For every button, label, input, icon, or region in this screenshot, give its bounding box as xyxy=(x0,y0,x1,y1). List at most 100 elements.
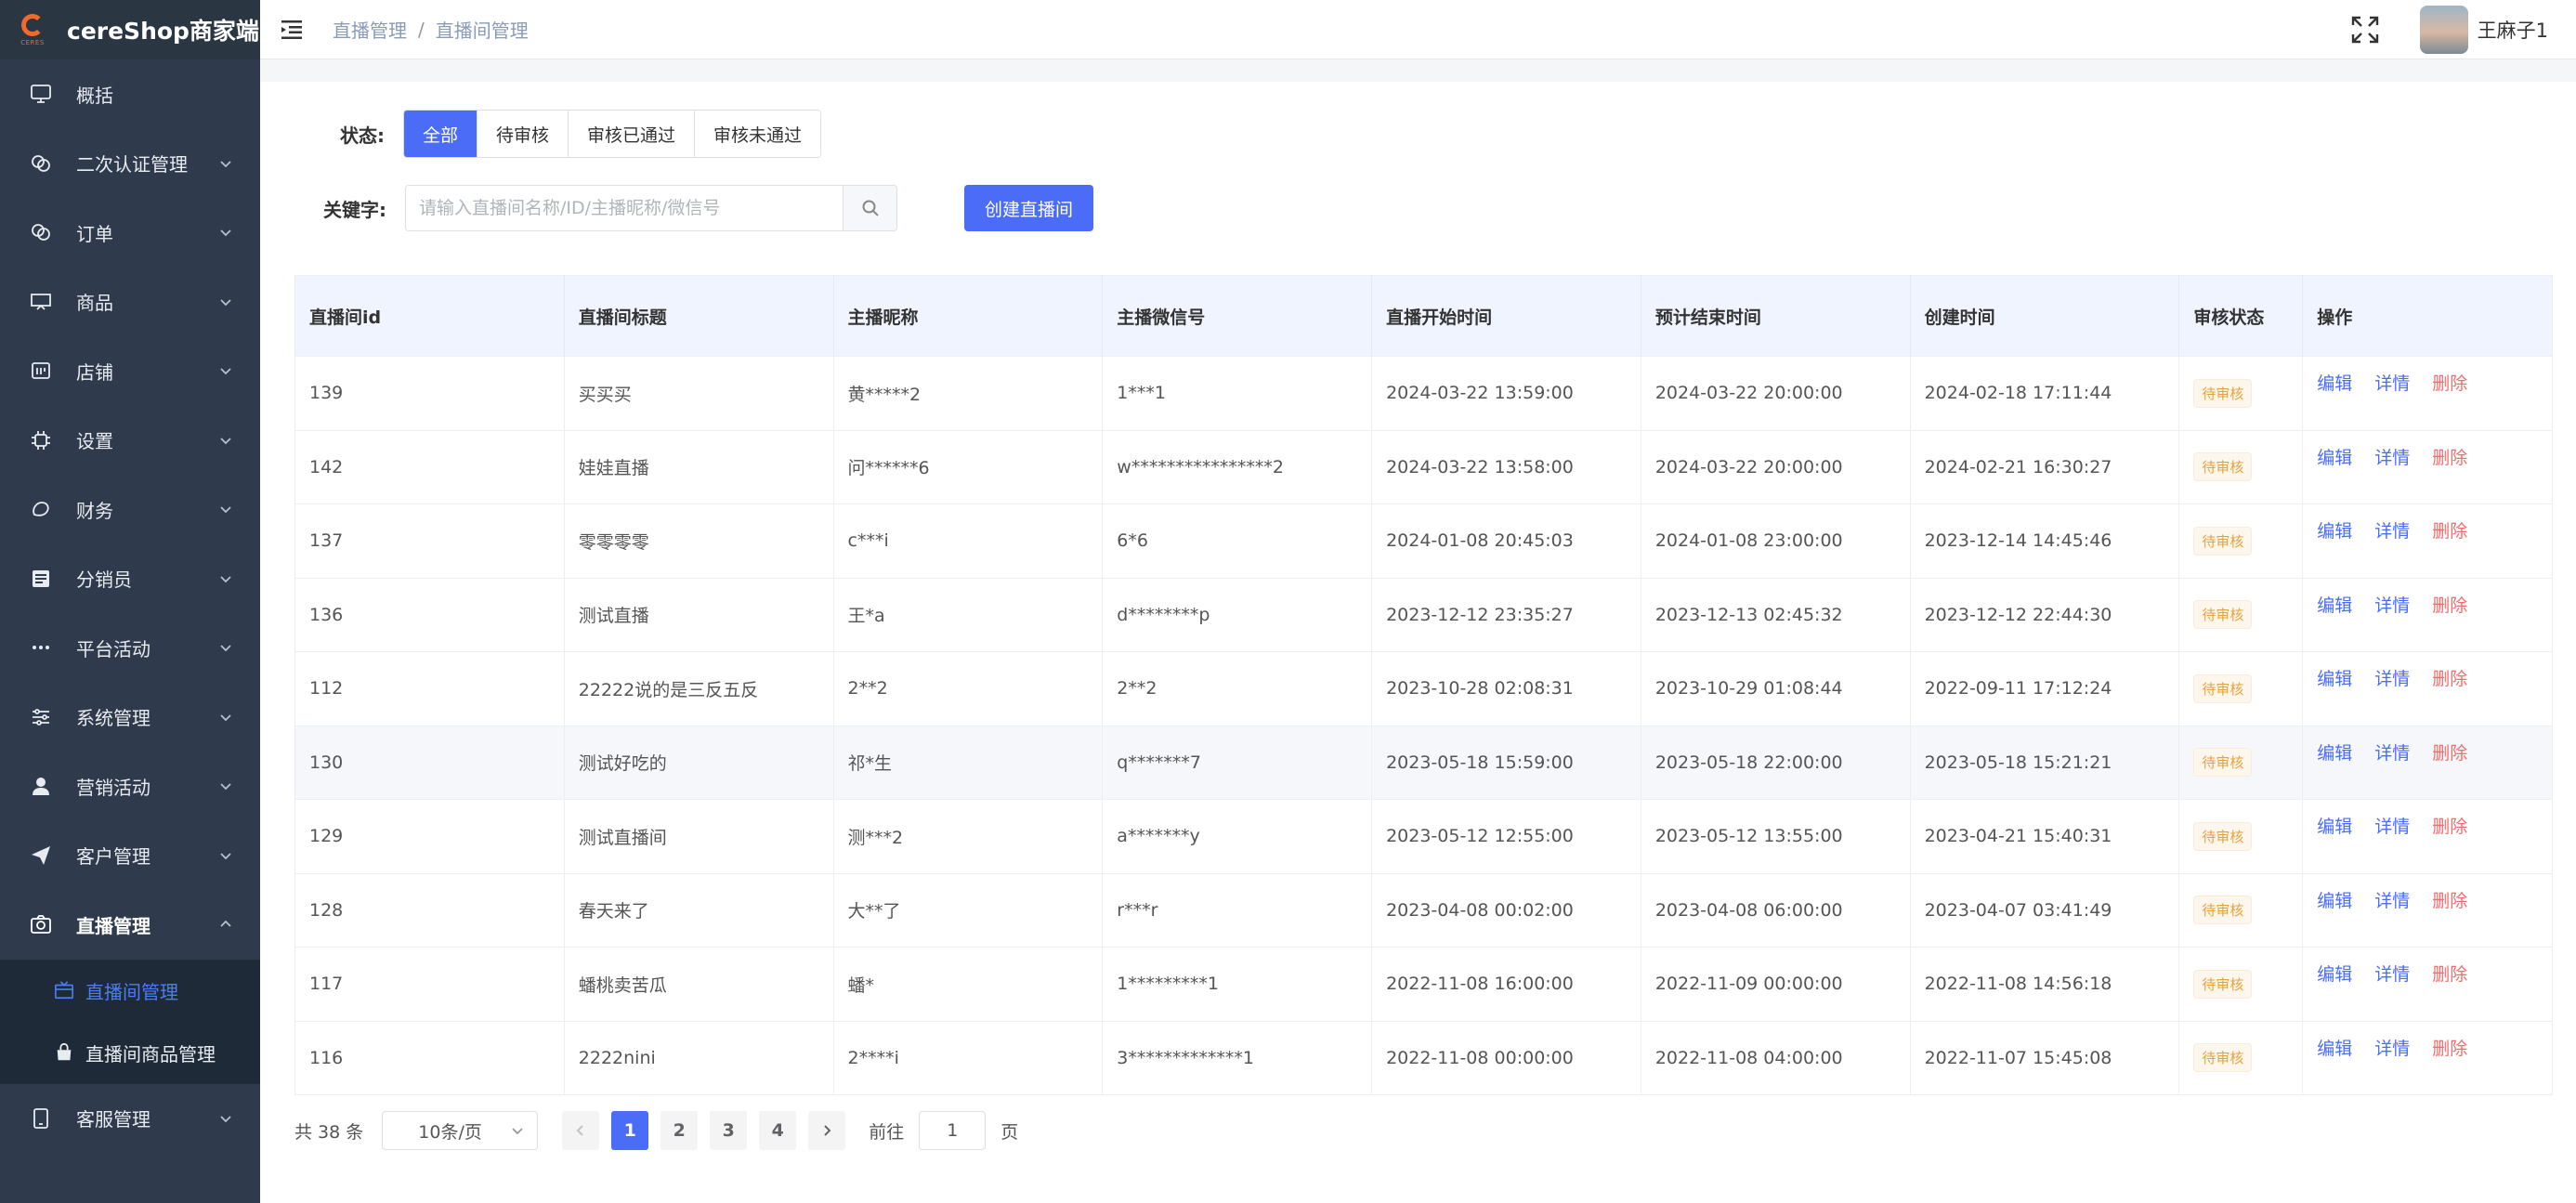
table-row: 128 春天来了 大**了 r***r 2023-04-08 00:02:00 2023-… xyxy=(295,872,2552,947)
create-live-room-button[interactable]: 创建直播间 xyxy=(964,185,1094,231)
chevron-down-icon xyxy=(219,711,232,724)
chevron-down-icon xyxy=(219,364,232,377)
column-header: 预计结束时间 xyxy=(1641,276,1911,356)
menu-fold-icon[interactable] xyxy=(281,18,305,42)
sidebar-item-7[interactable]: 分销员 xyxy=(0,544,260,614)
delete-link[interactable]: 删除 xyxy=(2432,961,2467,986)
page-size-select[interactable]: 10条/页 xyxy=(382,1111,539,1150)
table-cell: 2023-05-18 22:00:00 xyxy=(1641,726,1911,799)
delete-link[interactable]: 删除 xyxy=(2432,739,2467,765)
detail-link[interactable]: 详情 xyxy=(2374,1035,2410,1060)
status-badge: 待审核 xyxy=(2193,1043,2253,1073)
detail-link[interactable]: 详情 xyxy=(2374,961,2410,986)
sidebar-item-6[interactable]: 财务 xyxy=(0,475,260,544)
goto-page: 前往 1 页 xyxy=(869,1111,1018,1150)
submenu-item-label: 直播间管理 xyxy=(85,980,178,1003)
table-cell: 春天来了 xyxy=(565,873,834,947)
next-page-button[interactable] xyxy=(808,1111,846,1150)
table-cell: 测试直播 xyxy=(565,578,834,651)
submenu-item-live-goods[interactable]: 直播间商品管理 xyxy=(0,1022,260,1084)
table-cell: 蟠桃卖苦瓜 xyxy=(565,948,834,1021)
keyword-filter-row: 关键字: 创建直播间 xyxy=(323,185,1094,231)
sidebar-item-2[interactable]: 订单 xyxy=(0,198,260,268)
table-cell: 王*a xyxy=(834,578,1104,651)
sidebar-item-11[interactable]: 客户管理 xyxy=(0,821,260,891)
logo-small-text: CERES xyxy=(20,38,45,46)
edit-link[interactable]: 编辑 xyxy=(2317,665,2352,690)
sidebar-item-8[interactable]: 平台活动 xyxy=(0,613,260,683)
edit-link[interactable]: 编辑 xyxy=(2317,1035,2352,1060)
page-number-button[interactable]: 2 xyxy=(660,1111,699,1150)
sidebar-item-0[interactable]: 概括 xyxy=(0,59,260,129)
avatar[interactable] xyxy=(2419,6,2468,54)
sidebar-item-customer-service[interactable]: 客服管理 xyxy=(0,1084,260,1154)
delete-link[interactable]: 删除 xyxy=(2432,1035,2467,1060)
detail-link[interactable]: 详情 xyxy=(2374,665,2410,690)
username[interactable]: 王麻子1 xyxy=(2478,16,2548,44)
chevron-down-icon xyxy=(219,295,232,308)
page-number-button[interactable]: 3 xyxy=(710,1111,748,1150)
table-cell: 2022-11-08 14:56:18 xyxy=(1911,948,2180,1021)
edit-link[interactable]: 编辑 xyxy=(2317,370,2352,395)
table-row: 117 蟠桃卖苦瓜 蟠* 1*********1 2022-11-08 16:00:00… xyxy=(295,947,2552,1021)
actions-cell: 编辑 详情 删除 xyxy=(2303,948,2552,1021)
prev-page-button[interactable] xyxy=(562,1111,600,1150)
breadcrumb-separator: / xyxy=(418,18,425,41)
sidebar-item-4[interactable]: 店铺 xyxy=(0,336,260,406)
edit-link[interactable]: 编辑 xyxy=(2317,813,2352,838)
fullscreen-icon[interactable] xyxy=(2349,14,2381,46)
edit-link[interactable]: 编辑 xyxy=(2317,592,2352,617)
table-cell: 2**2 xyxy=(834,652,1104,726)
table-cell: 2022-11-08 16:00:00 xyxy=(1372,948,1641,1021)
delete-link[interactable]: 删除 xyxy=(2432,813,2467,838)
chevron-right-icon xyxy=(824,1125,831,1136)
delete-link[interactable]: 删除 xyxy=(2432,444,2467,469)
status-option-rejected[interactable]: 审核未通过 xyxy=(695,111,821,157)
edit-link[interactable]: 编辑 xyxy=(2317,739,2352,765)
delete-link[interactable]: 删除 xyxy=(2432,370,2467,395)
sidebar-item-5[interactable]: 设置 xyxy=(0,406,260,476)
page-number-button[interactable]: 4 xyxy=(759,1111,797,1150)
delete-link[interactable]: 删除 xyxy=(2432,592,2467,617)
table-cell: 6*6 xyxy=(1103,504,1373,578)
sidebar-item-9[interactable]: 系统管理 xyxy=(0,683,260,752)
detail-link[interactable]: 详情 xyxy=(2374,592,2410,617)
edit-link[interactable]: 编辑 xyxy=(2317,887,2352,912)
status-option-approved[interactable]: 审核已通过 xyxy=(569,111,696,157)
detail-link[interactable]: 详情 xyxy=(2374,370,2410,395)
goto-page-input[interactable]: 1 xyxy=(919,1111,987,1150)
table-cell: 零零零零 xyxy=(565,504,834,578)
delete-link[interactable]: 删除 xyxy=(2432,517,2467,543)
edit-link[interactable]: 编辑 xyxy=(2317,444,2352,469)
keyword-label: 关键字: xyxy=(323,198,386,221)
monitor-icon xyxy=(30,83,52,105)
sidebar-item-1[interactable]: 二次认证管理 xyxy=(0,129,260,199)
sidebar-item-3[interactable]: 商品 xyxy=(0,268,260,337)
status-option-all[interactable]: 全部 xyxy=(404,111,478,157)
sidebar-item-10[interactable]: 营销活动 xyxy=(0,752,260,821)
shop-icon xyxy=(30,360,52,382)
status-option-pending[interactable]: 待审核 xyxy=(477,111,569,157)
delete-link[interactable]: 删除 xyxy=(2432,665,2467,690)
table-cell: 139 xyxy=(295,357,565,430)
page-number-button[interactable]: 1 xyxy=(611,1111,649,1150)
table-cell: 142 xyxy=(295,430,565,503)
edit-link[interactable]: 编辑 xyxy=(2317,517,2352,543)
breadcrumb-item-live[interactable]: 直播管理 xyxy=(333,16,407,43)
detail-link[interactable]: 详情 xyxy=(2374,813,2410,838)
detail-link[interactable]: 详情 xyxy=(2374,739,2410,765)
chevron-down-icon xyxy=(512,1128,523,1135)
table-cell: 2024-02-21 16:30:27 xyxy=(1911,430,2180,503)
delete-link[interactable]: 删除 xyxy=(2432,887,2467,912)
submenu-item-live-room[interactable]: 直播间管理 xyxy=(0,960,260,1022)
keyword-search-input[interactable] xyxy=(406,186,843,230)
detail-link[interactable]: 详情 xyxy=(2374,517,2410,543)
edit-link[interactable]: 编辑 xyxy=(2317,961,2352,986)
detail-link[interactable]: 详情 xyxy=(2374,444,2410,469)
table-cell: c***i xyxy=(834,504,1104,578)
sidebar-item-12[interactable]: 直播管理 xyxy=(0,890,260,960)
search-button[interactable] xyxy=(843,186,896,230)
column-header: 直播开始时间 xyxy=(1372,276,1641,356)
actions-cell: 编辑 详情 删除 xyxy=(2303,504,2552,578)
detail-link[interactable]: 详情 xyxy=(2374,887,2410,912)
